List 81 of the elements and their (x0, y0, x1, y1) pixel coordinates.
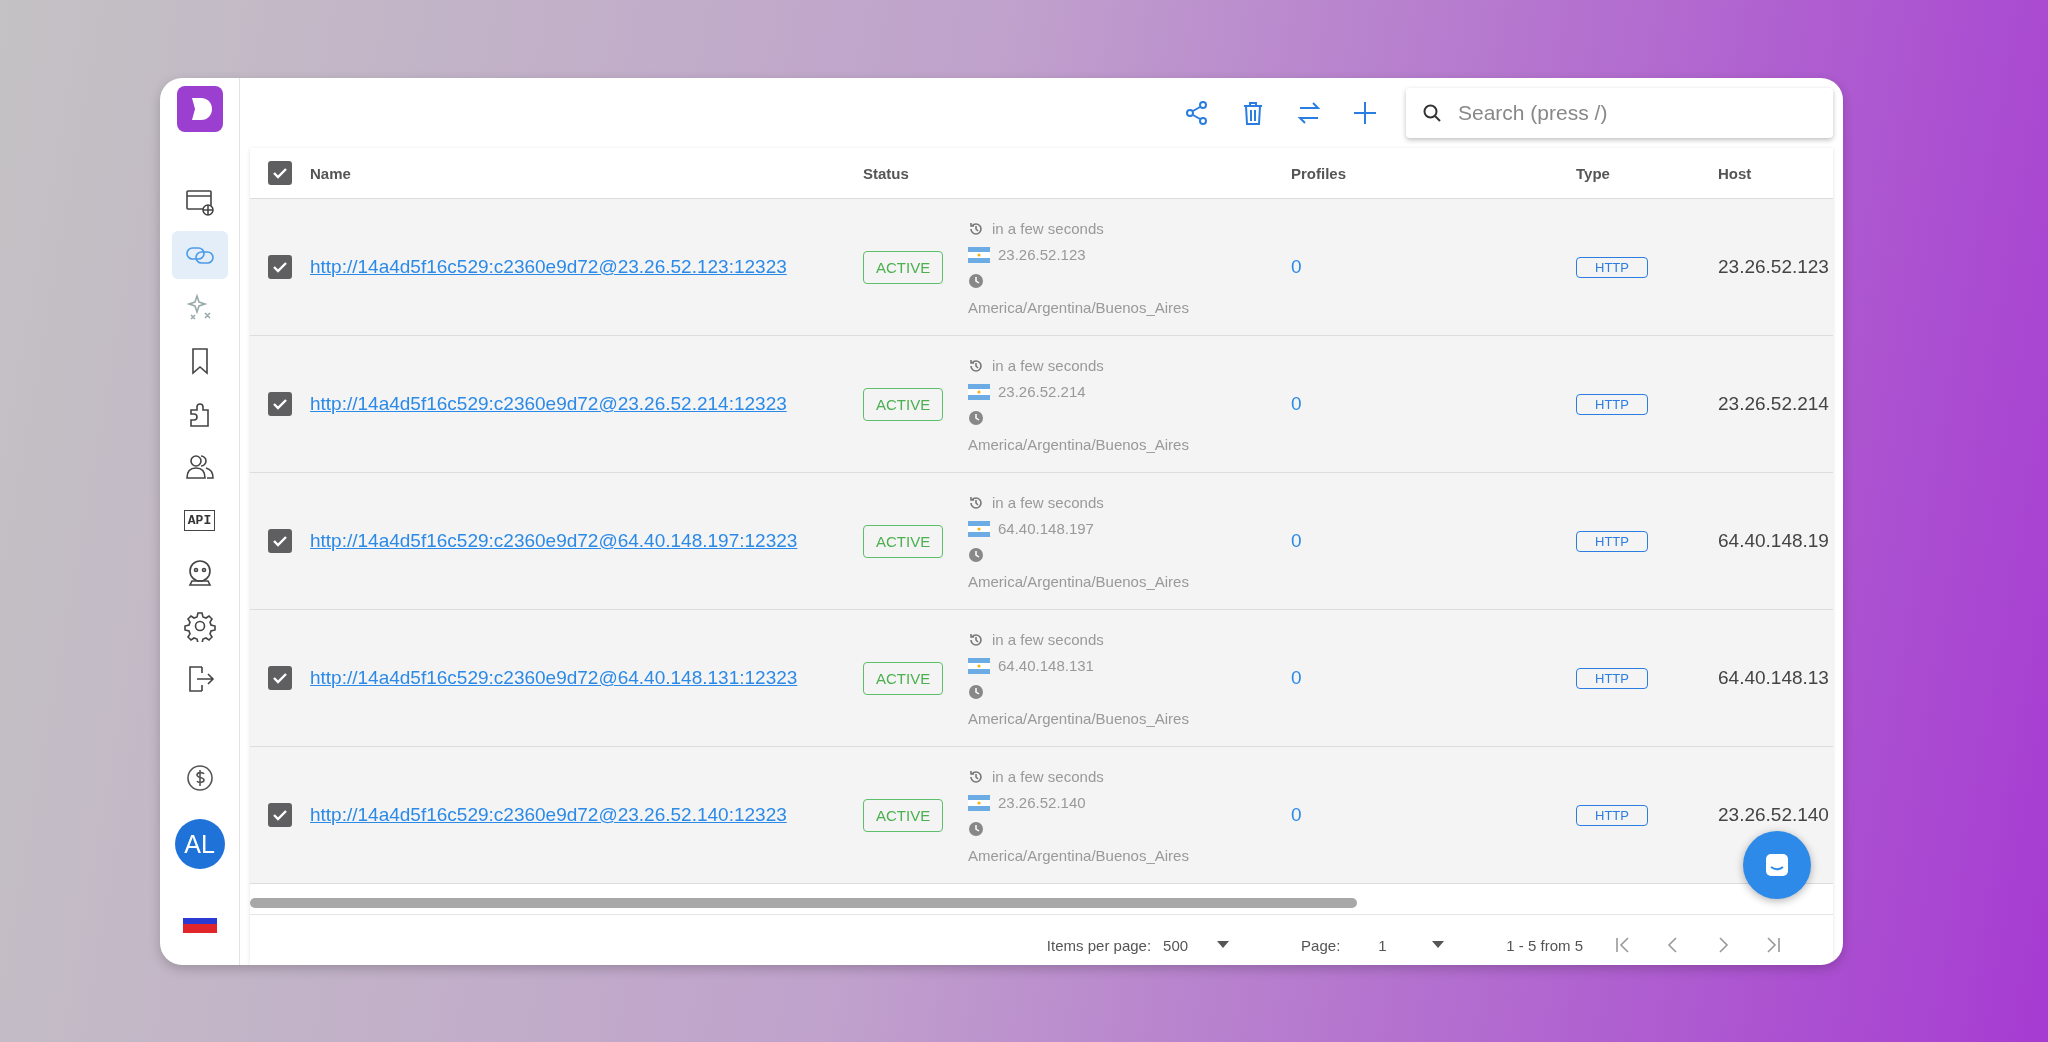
history-icon (968, 220, 984, 237)
proxy-link[interactable]: http://14a4d5f16c529:c2360e9d72@64.40.148.131:12323 (310, 667, 798, 688)
proxy-link[interactable]: http://14a4d5f16c529:c2360e9d72@64.40.148.197:12323 (310, 530, 798, 551)
status-badge: ACTIVE (863, 524, 944, 558)
check-time: in a few seconds (992, 631, 1104, 648)
timezone: America/Argentina/Buenos_Aires (968, 298, 1190, 316)
history-icon (968, 631, 984, 648)
column-header[interactable]: Profiles (1291, 164, 1576, 182)
profiles-count[interactable]: 0 (1291, 804, 1302, 825)
check-time: in a few seconds (992, 768, 1104, 785)
flag-icon (968, 520, 990, 537)
history-icon (968, 357, 984, 374)
check-time: in a few seconds (992, 220, 1104, 237)
settings-icon (183, 610, 216, 642)
check-time: in a few seconds (992, 494, 1104, 511)
table-cell: 64.40.148.19 (1718, 530, 1829, 551)
ip-address: 23.26.52.214 (998, 383, 1086, 400)
type-tag: HTTP (1576, 530, 1648, 552)
timezone: America/Argentina/Buenos_Aires (968, 709, 1190, 727)
dollar-icon[interactable] (184, 763, 215, 793)
row-checkbox[interactable] (268, 255, 292, 279)
flag-icon (968, 383, 990, 400)
caret-icon (1217, 941, 1230, 949)
select-all-checkbox[interactable] (268, 161, 292, 185)
page-range: 1 - 5 from 5 (1506, 936, 1583, 954)
items-per-page-select[interactable]: 500 (1163, 936, 1230, 954)
check-time: in a few seconds (992, 357, 1104, 374)
caret-icon (1432, 941, 1445, 949)
column-header[interactable]: Host (1718, 164, 1831, 182)
status-badge: ACTIVE (863, 661, 944, 695)
api-button[interactable]: API (171, 496, 228, 544)
clock-icon (968, 820, 984, 837)
clock-icon (968, 546, 984, 563)
timezone: America/Argentina/Buenos_Aires (968, 572, 1190, 590)
plus-icon (1351, 99, 1379, 127)
type-tag: HTTP (1576, 393, 1648, 415)
row-checkbox[interactable] (268, 392, 292, 416)
status-badge: ACTIVE (863, 387, 944, 421)
flag-icon (968, 246, 990, 263)
user-avatar[interactable]: AL (174, 819, 225, 869)
history-icon (968, 768, 984, 785)
ip-address: 64.40.148.131 (998, 657, 1094, 674)
clock-icon (968, 683, 984, 700)
timezone: America/Argentina/Buenos_Aires (968, 846, 1190, 864)
profiles-count[interactable]: 0 (1291, 667, 1302, 688)
row-checkbox[interactable] (268, 803, 292, 827)
ip-address: 23.26.52.140 (998, 794, 1086, 811)
scrollbar[interactable] (250, 898, 1357, 908)
proxy-link[interactable]: http://14a4d5f16c529:c2360e9d72@23.26.52.140:12323 (310, 804, 787, 825)
type-tag: HTTP (1576, 667, 1648, 689)
clock-icon (968, 409, 984, 426)
page-select[interactable]: 1 (1378, 936, 1445, 954)
logo-icon[interactable] (176, 86, 223, 132)
history-icon (968, 494, 984, 511)
status-badge: ACTIVE (863, 250, 944, 284)
proxy-link[interactable]: http://14a4d5f16c529:c2360e9d72@23.26.52.214:12323 (310, 393, 787, 414)
table-cell: 23.26.52.140 (1718, 804, 1829, 825)
column-header[interactable]: Type (1576, 164, 1718, 182)
items-per-page-label: Items per page: (1046, 936, 1152, 954)
row-checkbox[interactable] (268, 529, 292, 553)
ip-address: 64.40.148.197 (998, 520, 1094, 537)
page-label: Page: (1301, 936, 1341, 954)
timezone: America/Argentina/Buenos_Aires (968, 435, 1190, 453)
type-tag: HTTP (1576, 256, 1648, 278)
profiles-count[interactable]: 0 (1291, 530, 1302, 551)
column-header[interactable]: Name (310, 164, 863, 182)
table-cell: 23.26.52.123 (1718, 256, 1829, 277)
search-icon (1422, 103, 1442, 123)
ip-address: 23.26.52.123 (998, 246, 1086, 263)
clock-icon (968, 272, 984, 289)
status-badge: ACTIVE (863, 798, 944, 832)
flag-icon (968, 657, 990, 674)
table-cell: 64.40.148.13 (1718, 667, 1829, 688)
table-cell: 23.26.52.214 (1718, 393, 1829, 414)
column-header[interactable]: Status (863, 164, 968, 182)
profiles-count[interactable]: 0 (1291, 393, 1302, 414)
profiles-count[interactable]: 0 (1291, 256, 1302, 277)
row-checkbox[interactable] (268, 666, 292, 690)
proxy-link[interactable]: http://14a4d5f16c529:c2360e9d72@23.26.52.123:12323 (310, 256, 787, 277)
flag-icon (968, 794, 990, 811)
type-tag: HTTP (1576, 804, 1648, 826)
